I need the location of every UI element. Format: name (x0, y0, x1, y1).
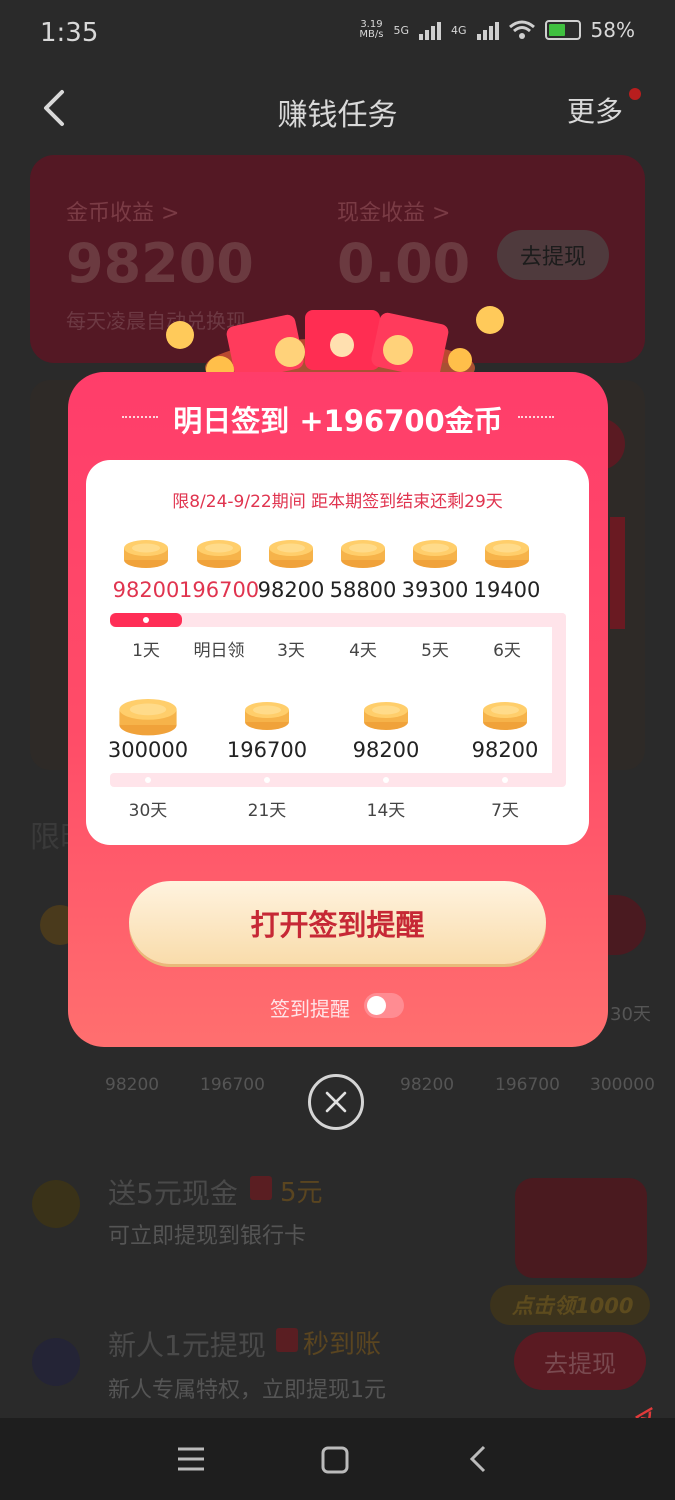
home-icon[interactable] (321, 1446, 349, 1474)
coin-stack-icon (124, 540, 168, 568)
status-time: 1:35 (40, 18, 99, 48)
reward-amount: 98200 (112, 578, 180, 602)
coin-stack-icon (245, 702, 289, 730)
bg-amount: 98200 (105, 1075, 160, 1095)
notification-dot (629, 88, 641, 100)
net-speed: 3.19 MB/s (359, 19, 384, 40)
task-badge: 5元 (280, 1178, 323, 1208)
day-label: 30天 (128, 801, 168, 821)
back-nav-icon[interactable] (468, 1444, 488, 1474)
day-label: 6天 (493, 641, 521, 661)
period-notice: 限8/24-9/22期间 距本期签到结束还剩29天 (172, 492, 503, 512)
more-button[interactable]: 更多 (567, 90, 623, 130)
coin-earnings-label[interactable]: 金币收益 > (66, 195, 179, 227)
coin-stack-icon (269, 540, 313, 568)
coin-stack-icon (197, 540, 241, 568)
progress-dot (264, 777, 270, 783)
day-label: 21天 (247, 801, 287, 821)
reward-amount: 196700 (179, 578, 260, 602)
reward-amount: 300000 (107, 738, 189, 762)
day-label: 4天 (349, 641, 377, 661)
card-icon (32, 1180, 80, 1228)
day-label: 明日领 (193, 641, 245, 661)
day-label: 1天 (132, 641, 160, 661)
battery-icon (544, 20, 581, 40)
coin-stack-icon (364, 702, 408, 730)
reward-amount: 98200 (471, 738, 539, 762)
bg-amount: 196700 (200, 1075, 265, 1095)
net2-label: 4G (451, 23, 467, 37)
modal-title: 明日签到 +196700金币 (173, 404, 503, 438)
red-packet-icon (250, 1176, 272, 1200)
menu-icon[interactable] (176, 1446, 206, 1472)
withdraw-button[interactable]: 去提现 (497, 230, 609, 280)
day-label: 3天 (277, 641, 305, 661)
progress-dot (502, 777, 508, 783)
task-title: 新人1元提现 (108, 1329, 266, 1362)
bg-amount: 196700 (495, 1075, 560, 1095)
task-withdraw-button[interactable]: 去提现 (514, 1332, 646, 1390)
coin-stack-icon (485, 540, 529, 568)
net1-label: 5G (393, 23, 410, 37)
coin-stack-icon (483, 702, 527, 730)
promo-image (515, 1178, 647, 1278)
promo-text: 点击领1000 (512, 1294, 634, 1318)
coin-stack-icon (413, 540, 457, 568)
signal-icon (419, 20, 442, 40)
reward-amount: 98200 (352, 738, 420, 762)
reward-amount: 98200 (257, 578, 325, 602)
reward-amount: 58800 (329, 578, 397, 602)
status-bar: 1:35 3.19 MB/s 5G 4G 58% (0, 0, 675, 70)
reminder-toggle-knob (367, 996, 386, 1015)
red-packet-icon (276, 1328, 298, 1352)
task-title: 送5元现金 (108, 1177, 238, 1210)
wifi-icon (508, 20, 535, 39)
signal-icon-2 (476, 20, 499, 40)
bg-amount: 98200 (400, 1075, 455, 1095)
progress-dot (145, 777, 151, 783)
day-label: 7天 (491, 801, 519, 821)
bg-card-strip (610, 517, 625, 629)
task-badge: 秒到账 (303, 1330, 382, 1360)
reward-amount: 196700 (226, 738, 308, 762)
wallet-icon (32, 1338, 80, 1386)
task-desc: 新人专属特权，立即提现1元 (108, 1378, 386, 1403)
day-label: 14天 (366, 801, 406, 821)
status-icons: 3.19 MB/s 5G 4G 58% (359, 18, 635, 42)
open-reminder-button[interactable]: 打开签到提醒 (129, 881, 546, 964)
coin-stack-icon (119, 699, 177, 736)
close-icon[interactable] (308, 1074, 364, 1130)
progress-track-2 (110, 773, 566, 787)
day-label: 5天 (421, 641, 449, 661)
battery-level: 58% (590, 18, 635, 42)
bg-amount: 300000 (590, 1075, 655, 1095)
progress-dot-active (143, 617, 149, 623)
bg-day-label: 30天 (610, 1004, 651, 1025)
reward-amount: 19400 (473, 578, 541, 602)
cash-earnings-label[interactable]: 现金收益 > (337, 195, 450, 227)
cash-earnings-value: 0.00 (337, 232, 471, 295)
progress-dot (383, 777, 389, 783)
reward-amount: 39300 (401, 578, 469, 602)
reminder-label: 签到提醒 (270, 997, 350, 1021)
coin-earnings-value: 98200 (66, 232, 254, 295)
coin-stack-icon (341, 540, 385, 568)
task-desc: 可立即提现到银行卡 (108, 1224, 307, 1249)
